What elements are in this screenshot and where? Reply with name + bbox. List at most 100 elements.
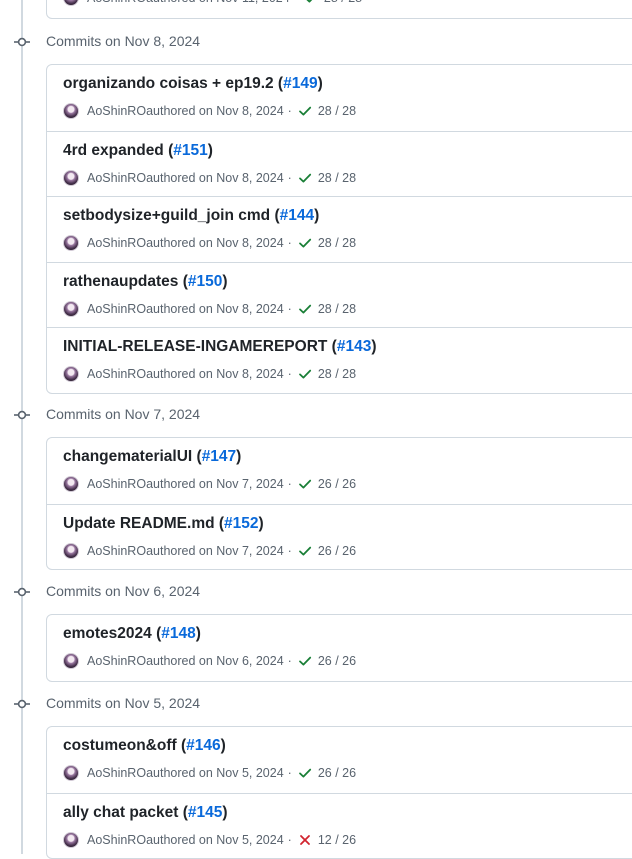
author-avatar[interactable] <box>63 366 79 382</box>
check-icon[interactable] <box>298 302 312 316</box>
commit-meta: AoShinRO authored on Nov 7, 2024 · 26 / 26 <box>63 475 356 493</box>
author-avatar[interactable] <box>63 765 79 781</box>
author-avatar[interactable] <box>63 235 79 251</box>
checks-count[interactable]: 28 / 28 <box>318 171 356 185</box>
checks-count[interactable]: 28 / 28 <box>324 0 362 5</box>
authored-date: authored on Nov 8, 2024 <box>146 301 284 316</box>
check-icon[interactable] <box>298 104 312 118</box>
pull-request-link[interactable]: #148 <box>161 625 195 642</box>
git-commit-icon <box>13 697 31 711</box>
commit-group-header: Commits on Nov 7, 2024 <box>0 401 632 429</box>
commit-title: organizando coisas + ep19.2 (#149) <box>63 75 323 92</box>
commit-meta: AoShinRO authored on Nov 6, 2024 · 26 / 26 <box>63 652 356 670</box>
author-name[interactable]: AoShinRO <box>87 544 146 558</box>
commit-row: INITIAL-RELEASE-INGAMEREPORT (#143) AoShi… <box>47 327 632 393</box>
commit-group-date: Commits on Nov 5, 2024 <box>46 695 201 711</box>
pull-request-link[interactable]: #147 <box>202 448 236 465</box>
author-name[interactable]: AoShinRO <box>87 0 146 5</box>
author-name[interactable]: AoShinRO <box>87 654 146 668</box>
checks-count[interactable]: 26 / 26 <box>318 766 356 780</box>
author-name[interactable]: AoShinRO <box>87 302 146 316</box>
check-icon[interactable] <box>298 236 312 250</box>
separator-dot: · <box>294 0 298 5</box>
check-icon[interactable] <box>304 0 318 5</box>
authored-date: authored on Nov 7, 2024 <box>146 543 284 558</box>
separator-dot: · <box>287 170 292 185</box>
commit-row: emotes2024 (#148) AoShinRO authored on No… <box>47 615 632 681</box>
pull-request-link[interactable]: #146 <box>186 737 220 754</box>
check-icon[interactable] <box>298 766 312 780</box>
author-name[interactable]: AoShinRO <box>87 236 146 250</box>
author-name[interactable]: AoShinRO <box>87 766 146 780</box>
commit-meta: AoShinRO authored on Nov 8, 2024 · 28 / 28 <box>63 102 356 120</box>
commit-message-link[interactable]: changematerialUI <box>63 448 192 465</box>
author-name[interactable]: AoShinRO <box>87 171 146 185</box>
separator-dot: · <box>287 766 292 780</box>
commit-message-link[interactable]: 4rd expanded <box>63 142 164 159</box>
commit-row: AoShinRO authored on Nov 11, 2024 · 28 / 2… <box>47 0 632 18</box>
commit-list-box: changematerialUI (#147) AoShinRO authored… <box>46 437 632 570</box>
check-icon[interactable] <box>298 477 312 491</box>
commit-message-link[interactable]: setbodysize+guild_join cmd <box>63 207 270 224</box>
authored-date: authored on Nov 8, 2024 <box>146 367 284 381</box>
pull-request-link[interactable]: #145 <box>188 804 222 821</box>
check-icon[interactable] <box>298 171 312 185</box>
commit-meta: AoShinRO authored on Nov 5, 2024 · 12 / 26 <box>63 831 356 849</box>
pull-request-link[interactable]: #152 <box>224 515 258 532</box>
commit-row: rathenaupdates (#150) AoShinRO authored o… <box>47 261 632 328</box>
pull-request-link[interactable]: #144 <box>280 207 314 224</box>
author-avatar[interactable] <box>63 542 79 559</box>
checks-count[interactable]: 26 / 26 <box>318 477 356 491</box>
separator-dot: · <box>287 832 292 847</box>
checks-count[interactable]: 28 / 28 <box>318 104 356 118</box>
authored-date: authored on Nov 8, 2024 <box>146 236 284 250</box>
commit-title: 4rd expanded (#151) <box>63 141 213 159</box>
commit-message-link[interactable]: organizando coisas + ep19.2 <box>63 75 274 92</box>
checks-count[interactable]: 26 / 26 <box>318 654 356 668</box>
pull-request-link[interactable]: #143 <box>337 338 371 355</box>
checks-count[interactable]: 28 / 28 <box>318 236 356 250</box>
separator-dot: · <box>287 477 292 491</box>
commit-message-link[interactable]: emotes2024 <box>63 625 152 642</box>
commit-message-link[interactable]: Update README.md <box>63 515 215 532</box>
author-avatar[interactable] <box>63 300 79 317</box>
author-name[interactable]: AoShinRO <box>87 477 146 491</box>
authored-date: authored on Nov 6, 2024 <box>146 654 284 668</box>
commit-row: organizando coisas + ep19.2 (#149) AoShin… <box>47 65 632 131</box>
author-name[interactable]: AoShinRO <box>87 104 146 118</box>
pull-request-link[interactable]: #150 <box>188 273 222 290</box>
author-avatar[interactable] <box>63 169 79 186</box>
commit-row: Update README.md (#152) AoShinRO authored… <box>47 503 632 570</box>
author-avatar[interactable] <box>63 103 79 119</box>
commit-message-link[interactable]: INITIAL-RELEASE-INGAMEREPORT <box>63 338 327 355</box>
x-icon[interactable] <box>298 833 312 847</box>
commit-title: costumeon&off (#146) <box>63 737 226 754</box>
checks-count[interactable]: 28 / 28 <box>318 367 356 381</box>
author-avatar[interactable] <box>63 0 79 6</box>
checks-count[interactable]: 26 / 26 <box>318 544 356 558</box>
separator-dot: · <box>287 543 292 558</box>
checks-count[interactable]: 28 / 28 <box>318 302 356 316</box>
commit-message-link[interactable]: ally chat packet <box>63 804 178 821</box>
commit-message-link[interactable]: costumeon&off <box>63 737 177 754</box>
checks-count[interactable]: 12 / 26 <box>318 833 356 847</box>
commit-title: changematerialUI (#147) <box>63 448 242 465</box>
commit-history-timeline: AoShinRO authored on Nov 11, 2024 · 28 / 2… <box>0 0 632 859</box>
authored-date: authored on Nov 7, 2024 <box>146 477 284 491</box>
check-icon[interactable] <box>298 544 312 558</box>
commit-title: ally chat packet (#145) <box>63 803 228 821</box>
author-avatar[interactable] <box>63 653 79 669</box>
commit-group-date: Commits on Nov 6, 2024 <box>46 583 201 599</box>
pull-request-link[interactable]: #151 <box>173 142 207 159</box>
pull-request-link[interactable]: #149 <box>283 75 317 92</box>
author-avatar[interactable] <box>63 831 79 848</box>
check-icon[interactable] <box>298 367 312 381</box>
author-name[interactable]: AoShinRO <box>87 367 146 381</box>
author-name[interactable]: AoShinRO <box>87 833 146 847</box>
authored-date: authored on Nov 8, 2024 <box>146 104 284 118</box>
author-avatar[interactable] <box>63 476 79 492</box>
commit-message-link[interactable]: rathenaupdates <box>63 273 178 290</box>
check-icon[interactable] <box>298 654 312 668</box>
commit-list-box: AoShinRO authored on Nov 11, 2024 · 28 / 2… <box>46 0 632 19</box>
commit-meta: AoShinRO authored on Nov 8, 2024 · 28 / 28 <box>63 300 356 318</box>
